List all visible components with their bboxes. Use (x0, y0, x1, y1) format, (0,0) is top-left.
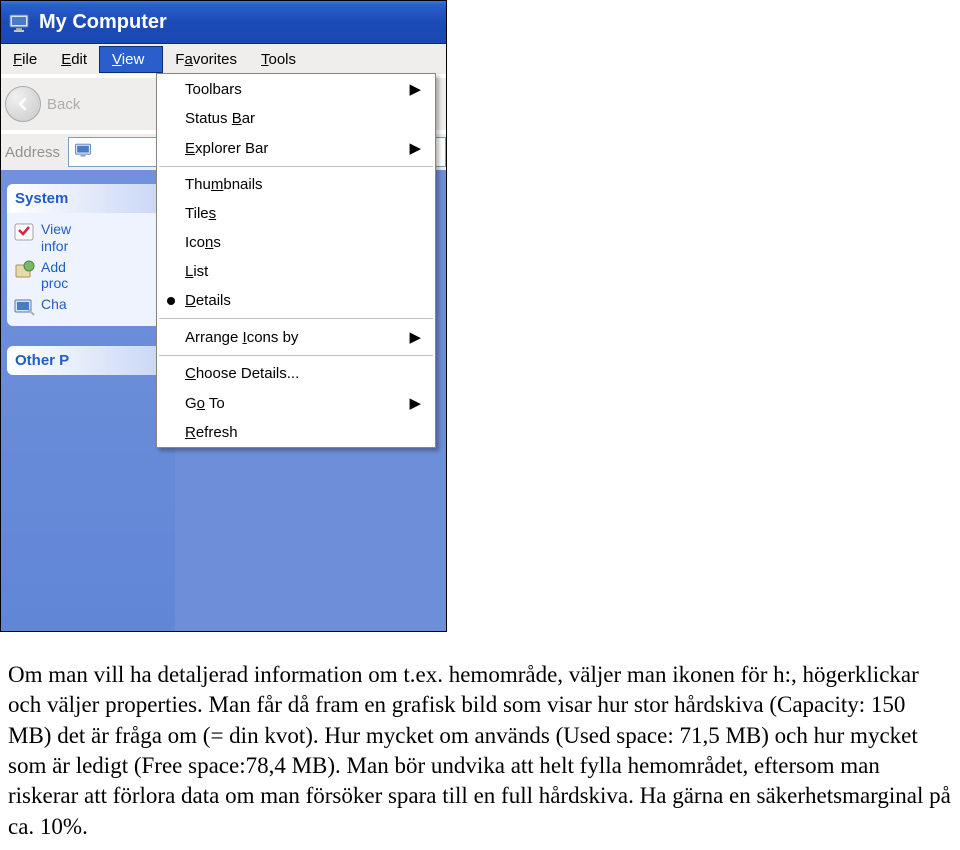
system-tasks-header[interactable]: System (7, 184, 169, 213)
menu-list[interactable]: List (157, 257, 435, 286)
task-view-info[interactable]: View infor (13, 219, 163, 257)
menu-choose-details[interactable]: Choose Details... (157, 359, 435, 388)
menu-edit[interactable]: Edit (49, 46, 99, 73)
menu-favorites[interactable]: Favorites (163, 46, 249, 73)
selected-bullet-icon (167, 297, 175, 305)
system-tasks-panel: System View infor Add proc (7, 184, 169, 326)
title-bar[interactable]: My Computer (1, 1, 446, 44)
menu-details[interactable]: Details (157, 286, 435, 315)
menu-toolbars[interactable]: Toolbars ▶ (157, 74, 435, 104)
menu-icons[interactable]: Icons (157, 228, 435, 257)
task-add-programs[interactable]: Add proc (13, 257, 163, 295)
menu-arrange-icons[interactable]: Arrange Icons by ▶ (157, 322, 435, 352)
task-change-setting[interactable]: Cha (13, 294, 163, 320)
menu-thumbnails[interactable]: Thumbnails (157, 170, 435, 199)
submenu-arrow-icon: ▶ (409, 328, 421, 346)
my-computer-icon-small (73, 140, 93, 164)
menu-explorer-bar[interactable]: Explorer Bar ▶ (157, 133, 435, 163)
system-tasks-body: View infor Add proc Cha (7, 213, 169, 326)
menu-view[interactable]: View (99, 46, 163, 73)
back-button[interactable]: Back (5, 86, 80, 122)
explorer-window: My Computer File Edit View Favorites Too… (0, 0, 447, 632)
control-panel-icon (13, 296, 35, 318)
menu-status-bar[interactable]: Status Bar (157, 104, 435, 133)
other-places-header[interactable]: Other P (7, 346, 169, 375)
add-programs-icon (13, 259, 35, 281)
sidebar: System View infor Add proc (1, 170, 175, 632)
back-arrow-icon (5, 86, 41, 122)
my-computer-icon (7, 10, 31, 34)
submenu-arrow-icon: ▶ (409, 139, 421, 157)
address-label: Address (5, 144, 60, 161)
back-label: Back (47, 96, 80, 113)
menu-separator (159, 318, 433, 319)
menu-goto[interactable]: Go To ▶ (157, 388, 435, 418)
menu-tools[interactable]: Tools (249, 46, 308, 73)
submenu-arrow-icon: ▶ (409, 80, 421, 98)
window-title: My Computer (39, 11, 167, 34)
menu-file[interactable]: File (1, 46, 49, 73)
menu-refresh[interactable]: Refresh (157, 418, 435, 447)
menu-separator (159, 166, 433, 167)
submenu-arrow-icon: ▶ (409, 394, 421, 412)
info-icon (13, 221, 35, 243)
menu-tiles[interactable]: Tiles (157, 199, 435, 228)
other-places-panel: Other P (7, 346, 169, 375)
article-text: Om man vill ha detaljerad information om… (0, 632, 960, 850)
menu-separator (159, 355, 433, 356)
view-menu-dropdown: Toolbars ▶ Status Bar Explorer Bar ▶ Thu… (156, 73, 436, 448)
menu-bar: File Edit View Favorites Tools (1, 44, 446, 76)
